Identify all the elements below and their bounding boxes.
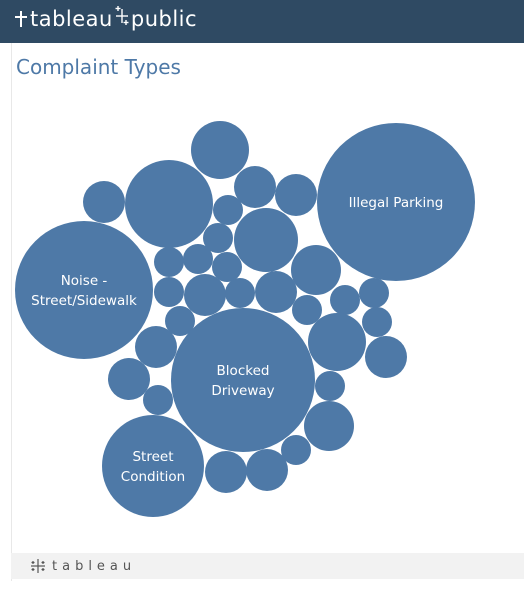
bubble-mark[interactable] [255,271,297,313]
bubble-mark[interactable] [275,174,317,216]
bubble-mark[interactable] [191,121,249,179]
bubble-label: Street [132,449,173,465]
bubble-mark[interactable] [359,278,389,308]
bubble-mark[interactable] [315,371,345,401]
bubble-mark[interactable] [135,326,177,368]
bubble-mark[interactable] [365,336,407,378]
bubble-mark[interactable] [83,181,125,223]
bubble-mark-labeled[interactable] [15,221,153,359]
bubble-mark[interactable] [205,451,247,493]
bubble-mark[interactable] [143,385,173,415]
bubble-mark[interactable] [308,313,366,371]
bubble-label: Street/Sidewalk [31,293,137,309]
bubble-mark[interactable] [362,307,392,337]
bubble-mark[interactable] [304,401,354,451]
bubble-mark[interactable] [154,277,184,307]
footer-logo-text: tableau [52,558,137,574]
bubble-mark-labeled[interactable] [102,415,204,517]
bubble-mark[interactable] [184,274,226,316]
bubble-mark[interactable] [183,244,213,274]
tableau-footer-logo[interactable]: tableau [30,558,136,574]
bubble-mark[interactable] [292,295,322,325]
bubble-mark[interactable] [108,358,150,400]
tableau-logo-icon [31,559,45,573]
bubble-mark[interactable] [225,278,255,308]
bubble-mark[interactable] [213,195,243,225]
bubble-mark[interactable] [125,160,213,248]
bubble-label: Noise - [61,273,108,289]
bubble-mark[interactable] [234,208,298,272]
bubble-chart: Illegal Parking Blocked Driveway Noise - Str… [15,121,475,517]
bubble-mark-labeled[interactable] [171,308,315,452]
bubble-label: Illegal Parking [349,195,444,211]
bubble-mark[interactable] [291,245,341,295]
bubble-mark[interactable] [246,449,288,491]
bubble-label: Blocked [217,363,270,379]
bubble-label: Condition [121,469,185,485]
bubble-mark[interactable] [154,247,184,277]
bubble-label: Driveway [211,383,274,399]
bubble-mark[interactable] [330,285,360,315]
